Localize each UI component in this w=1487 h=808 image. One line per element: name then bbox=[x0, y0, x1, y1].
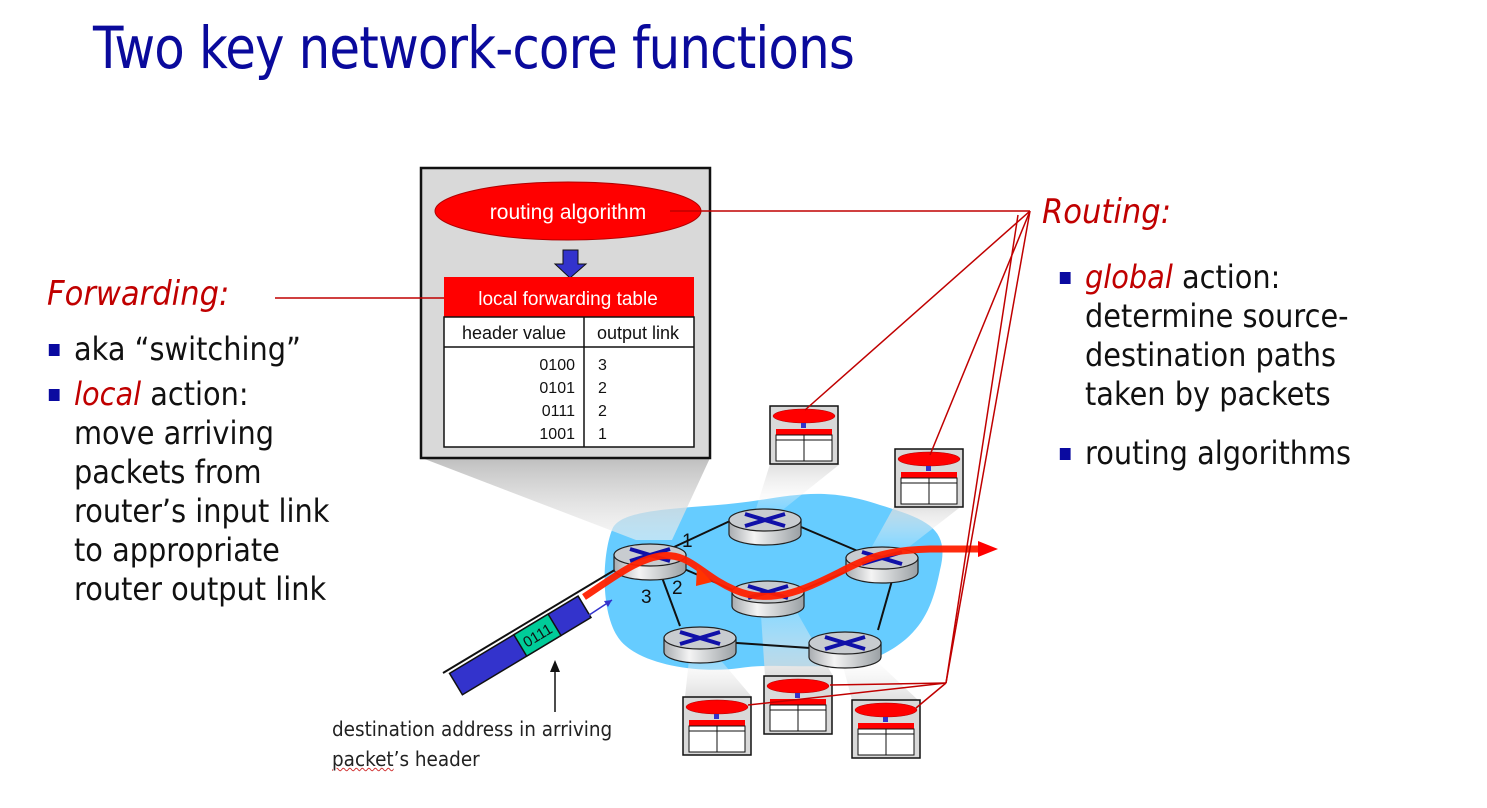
column-header-value: header value bbox=[462, 323, 566, 343]
network-diagram: 1 2 3 0111 routing algorithm local forwa… bbox=[275, 166, 1031, 759]
mini-algorithm-ellipse bbox=[854, 702, 918, 718]
header-value-cell: 0111 bbox=[542, 403, 575, 420]
link-label-1: 1 bbox=[682, 531, 693, 552]
forwarding-table-title: local forwarding table bbox=[478, 289, 658, 310]
mini-routing-table bbox=[769, 405, 839, 465]
link-label-3: 3 bbox=[641, 587, 652, 608]
input-link bbox=[442, 567, 619, 674]
mini-down-arrow-icon bbox=[883, 717, 888, 722]
router-icon bbox=[663, 626, 737, 664]
connector-down-a bbox=[945, 210, 1031, 684]
mini-down-arrow-icon bbox=[926, 466, 931, 471]
packet: 0111 bbox=[448, 595, 593, 696]
mini-down-arrow-icon bbox=[714, 714, 719, 719]
output-link-cell: 2 bbox=[598, 403, 607, 420]
column-output-link: output link bbox=[597, 323, 680, 343]
routing-algorithm-label: routing algorithm bbox=[490, 201, 646, 224]
mini-down-arrow-icon bbox=[801, 423, 806, 428]
packet-header-caption: destination address in arriving packet’s… bbox=[332, 714, 612, 774]
connector-table-top-right bbox=[929, 210, 1031, 456]
mini-algorithm-ellipse bbox=[897, 451, 961, 467]
path-arrowhead-end bbox=[978, 541, 998, 557]
header-value-cell: 0101 bbox=[539, 380, 575, 397]
caption-line-1: destination address in arriving bbox=[332, 717, 613, 741]
header-value-cell: 1001 bbox=[539, 426, 575, 443]
mini-algorithm-ellipse bbox=[766, 678, 830, 694]
mini-routing-table bbox=[682, 696, 752, 756]
caption-pointer-arrowhead bbox=[550, 660, 560, 672]
mini-algorithm-ellipse bbox=[772, 408, 836, 424]
output-link-cell: 2 bbox=[598, 380, 607, 397]
output-link-cell: 1 bbox=[598, 426, 607, 443]
callout-main bbox=[422, 458, 710, 540]
mini-routing-table bbox=[894, 448, 964, 508]
link-label-2: 2 bbox=[672, 578, 683, 599]
mini-down-arrow-icon bbox=[795, 693, 800, 698]
connector-bottom-right bbox=[915, 682, 947, 709]
header-value-cell: 0100 bbox=[539, 357, 575, 374]
router-icon bbox=[728, 508, 802, 546]
mini-algorithm-ellipse bbox=[685, 699, 749, 715]
caption-line-2: ’s header bbox=[393, 747, 480, 771]
mini-routing-table bbox=[851, 699, 921, 759]
connector-table-top-left bbox=[804, 210, 1031, 411]
mini-routing-table bbox=[763, 675, 833, 735]
table-row: 0111 2 bbox=[542, 403, 607, 420]
caption-spellcheck-word: packet bbox=[332, 747, 394, 771]
output-link-cell: 3 bbox=[598, 357, 607, 374]
router-icon bbox=[808, 631, 882, 669]
